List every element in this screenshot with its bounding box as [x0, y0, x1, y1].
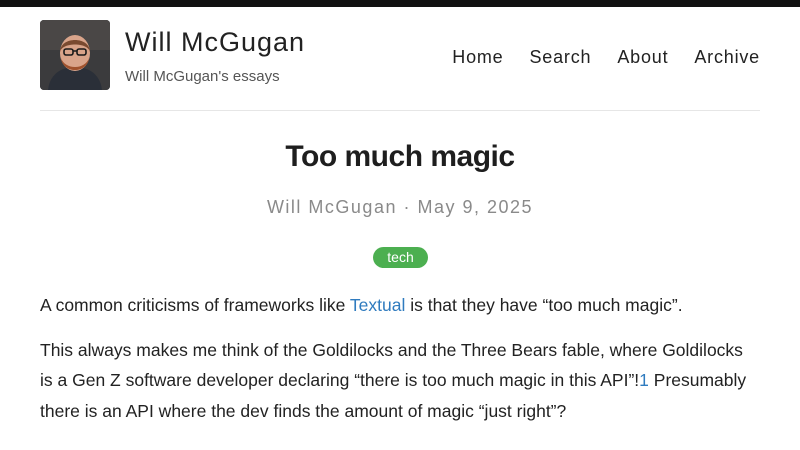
paragraph-text: This always makes me think of the Goldil… [40, 339, 743, 391]
post-title: Too much magic [285, 140, 515, 173]
article-body: A common criticisms of frameworks like T… [40, 290, 760, 440]
header-divider [40, 110, 760, 111]
site-header: Will McGugan Will McGugan's essays Home … [40, 20, 760, 90]
nav-item-about[interactable]: About [617, 47, 668, 68]
paragraph: This always makes me think of the Goldil… [40, 335, 760, 427]
nav-item-archive[interactable]: Archive [694, 47, 760, 68]
top-bar [0, 0, 800, 7]
paragraph-text: is that they have “too much magic”. [405, 295, 683, 315]
main-nav: Home Search About Archive [452, 47, 760, 68]
post-date: May 9, 2025 [417, 197, 534, 217]
site-subtitle: Will McGugan's essays [125, 68, 280, 85]
textual-link[interactable]: Textual [350, 295, 405, 315]
nav-item-search[interactable]: Search [529, 47, 591, 68]
avatar[interactable] [40, 20, 110, 90]
tag-badge[interactable]: tech [373, 247, 428, 268]
site-title[interactable]: Will McGugan [125, 27, 305, 58]
paragraph: A common criticisms of frameworks like T… [40, 290, 760, 321]
footnote-link[interactable]: 1 [639, 370, 649, 390]
nav-item-home[interactable]: Home [452, 47, 503, 68]
paragraph-text: A common criticisms of frameworks like [40, 295, 350, 315]
post-author: Will McGugan [266, 197, 397, 217]
post-byline: Will McGugan · May 9, 2025 [0, 197, 800, 218]
avatar-image [40, 20, 110, 90]
byline-separator: · [403, 197, 411, 217]
